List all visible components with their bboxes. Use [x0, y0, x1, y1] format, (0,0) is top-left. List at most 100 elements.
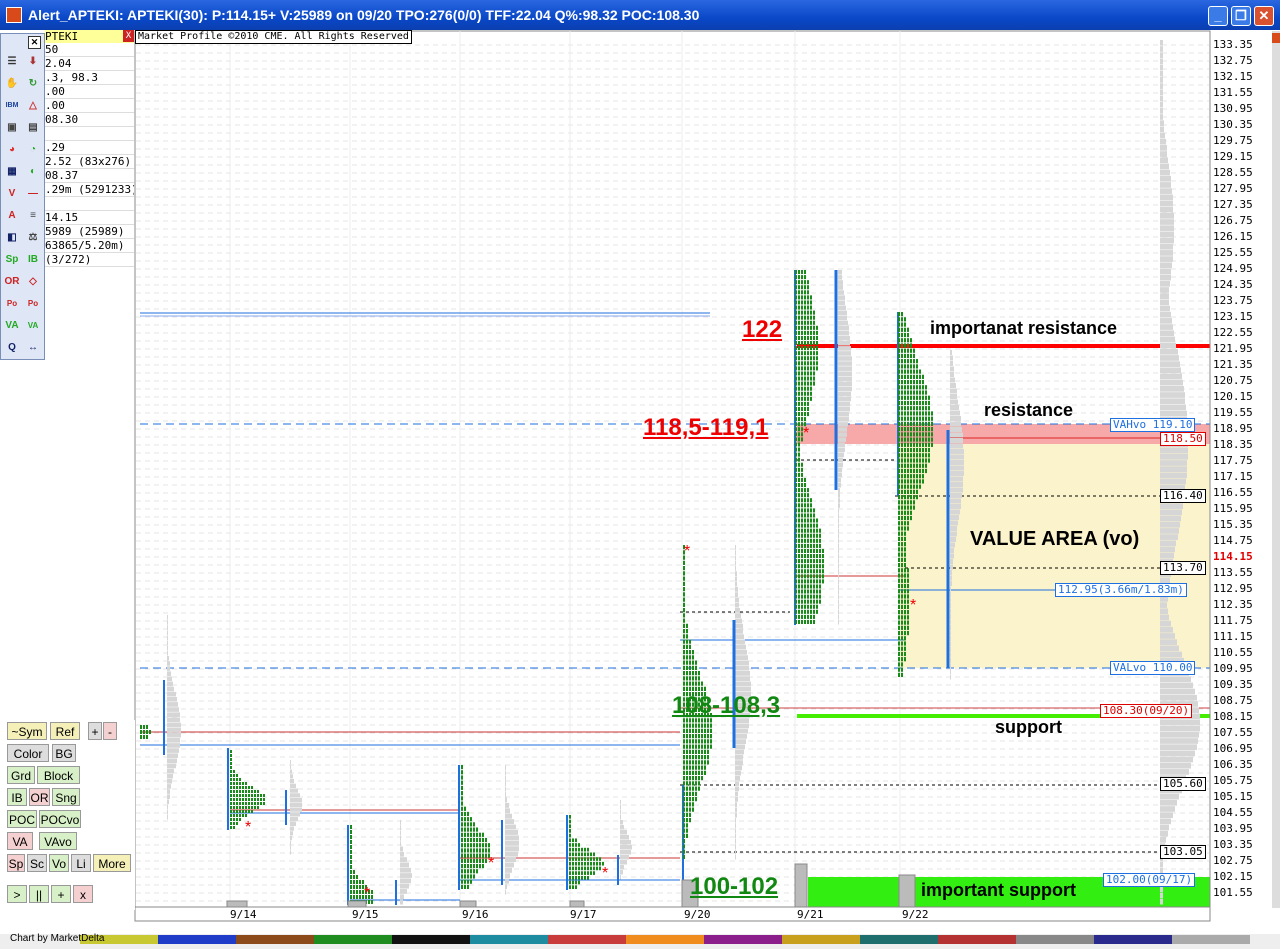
- symbol-header: PTEKI X: [45, 30, 134, 43]
- date-label: 9/22: [902, 908, 929, 921]
- price-label: 101.55: [1213, 886, 1253, 899]
- color-strip: [80, 935, 1250, 944]
- price-label: 111.75: [1213, 614, 1253, 627]
- price-label: 116.55: [1213, 486, 1253, 499]
- date-label: 9/20: [684, 908, 711, 921]
- symbol-name: PTEKI: [45, 30, 79, 43]
- price-label: 102.15: [1213, 870, 1253, 883]
- align-icon[interactable]: ≡: [25, 208, 41, 224]
- price-label: 106.35: [1213, 758, 1253, 771]
- document-icon[interactable]: ▤: [25, 120, 41, 136]
- ref-button[interactable]: Ref: [50, 722, 80, 740]
- pause-button[interactable]: ||: [29, 885, 49, 903]
- minus-button[interactable]: -: [103, 722, 117, 740]
- price-label: 129.75: [1213, 134, 1253, 147]
- price-tag-103-05: 103.05: [1160, 845, 1206, 859]
- sc-button[interactable]: Sc: [27, 854, 47, 872]
- move-icon[interactable]: ↔: [25, 340, 41, 356]
- remove-button[interactable]: x: [73, 885, 93, 903]
- vavo-button[interactable]: VAvo: [39, 832, 77, 850]
- app-icon: [6, 7, 22, 23]
- grid-icon[interactable]: ▦: [4, 164, 20, 180]
- price-label: 124.35: [1213, 278, 1253, 291]
- market-profile-chart[interactable]: * * * * * * *: [0, 30, 1280, 949]
- price-label: 117.75: [1213, 454, 1253, 467]
- text-icon[interactable]: A: [4, 208, 20, 224]
- panel-close-icon[interactable]: X: [123, 30, 134, 42]
- annotation-value-area: VALUE AREA (vo): [970, 528, 1140, 550]
- price-label: 109.95: [1213, 662, 1253, 675]
- or-icon[interactable]: OR: [4, 274, 20, 290]
- svg-text:*: *: [364, 885, 370, 902]
- date-label: 9/14: [230, 908, 257, 921]
- va-button[interactable]: VA: [7, 832, 33, 850]
- sp-icon[interactable]: Sp: [4, 252, 20, 268]
- split-icon[interactable]: ◧: [4, 230, 20, 246]
- vavo-icon[interactable]: VA: [25, 318, 41, 334]
- price-tag-116-40: 116.40: [1160, 489, 1206, 503]
- bg-button[interactable]: BG: [52, 744, 76, 762]
- triangle-icon[interactable]: △: [25, 98, 41, 114]
- window-title: Alert_APTEKI: APTEKI(30): P:114.15+ V:25…: [28, 7, 700, 23]
- circle-icon[interactable]: ◐: [25, 164, 41, 180]
- ib-icon[interactable]: IB: [25, 252, 41, 268]
- price-label: 123.75: [1213, 294, 1253, 307]
- sng-button[interactable]: Sng: [52, 788, 80, 806]
- close-button[interactable]: ✕: [1254, 6, 1274, 26]
- price-label: 118.35: [1213, 438, 1253, 451]
- color-button[interactable]: Color: [7, 744, 49, 762]
- price-label: 120.75: [1213, 374, 1253, 387]
- price-label: 117.15: [1213, 470, 1253, 483]
- ib-button[interactable]: IB: [7, 788, 27, 806]
- price-label: 111.15: [1213, 630, 1253, 643]
- refresh-icon[interactable]: ↻: [25, 76, 41, 92]
- restore-button[interactable]: ❐: [1231, 6, 1251, 26]
- copyright-notice: Market Profile ©2010 CME. All Rights Res…: [135, 30, 412, 44]
- vah-tag: VAHvo 119.10: [1110, 418, 1196, 432]
- more-button[interactable]: More: [93, 854, 131, 872]
- annotation-support: support: [995, 717, 1062, 737]
- price-label: 104.55: [1213, 806, 1253, 819]
- minimize-button[interactable]: _: [1208, 6, 1228, 26]
- camera-icon[interactable]: ▣: [4, 120, 20, 136]
- sp-button[interactable]: Sp: [7, 854, 25, 872]
- price-label: 126.75: [1213, 214, 1253, 227]
- sym-button[interactable]: ~Sym: [7, 722, 47, 740]
- list-icon[interactable]: ☰: [4, 54, 20, 70]
- pocvo-button[interactable]: POCvo: [39, 810, 81, 828]
- date-label: 9/15: [352, 908, 379, 921]
- info-row: 2.52 (83x276): [45, 155, 134, 169]
- info-row: .00: [45, 99, 134, 113]
- li-button[interactable]: Li: [71, 854, 91, 872]
- poc-button[interactable]: POC: [7, 810, 37, 828]
- svg-text:*: *: [684, 543, 690, 560]
- date-label: 9/16: [462, 908, 489, 921]
- va-icon[interactable]: VA: [4, 318, 20, 334]
- info-row: .00: [45, 85, 134, 99]
- ibm-icon[interactable]: IBM: [4, 98, 20, 114]
- poc-icon[interactable]: Po: [4, 296, 20, 312]
- hand-icon[interactable]: ✋: [4, 76, 20, 92]
- play-button[interactable]: >: [7, 885, 27, 903]
- line-icon[interactable]: —: [25, 186, 41, 202]
- plus-button[interactable]: +: [88, 722, 102, 740]
- vs-icon[interactable]: V: [4, 186, 20, 202]
- block-button[interactable]: Block: [37, 766, 80, 784]
- info-row: .29: [45, 141, 134, 155]
- vo-button[interactable]: Vo: [49, 854, 69, 872]
- add-button[interactable]: +: [51, 885, 71, 903]
- grd-button[interactable]: Grd: [7, 766, 35, 784]
- pocvo-icon[interactable]: Po: [25, 296, 41, 312]
- diamond-icon[interactable]: ◇: [25, 274, 41, 290]
- close-icon[interactable]: ✕: [28, 36, 41, 49]
- or-button[interactable]: OR: [29, 788, 50, 806]
- pie-icon[interactable]: ◕: [4, 142, 20, 158]
- info-row: 14.15: [45, 211, 134, 225]
- zoom-icon[interactable]: Q: [4, 340, 20, 356]
- download-icon[interactable]: ⬇: [25, 54, 41, 70]
- annotation-resistance: resistance: [984, 400, 1074, 420]
- pie2-icon[interactable]: ◔: [25, 142, 41, 158]
- price-label: 114.75: [1213, 534, 1253, 547]
- scale-icon[interactable]: ⚖: [25, 230, 41, 246]
- price-label: 118.95: [1213, 422, 1253, 435]
